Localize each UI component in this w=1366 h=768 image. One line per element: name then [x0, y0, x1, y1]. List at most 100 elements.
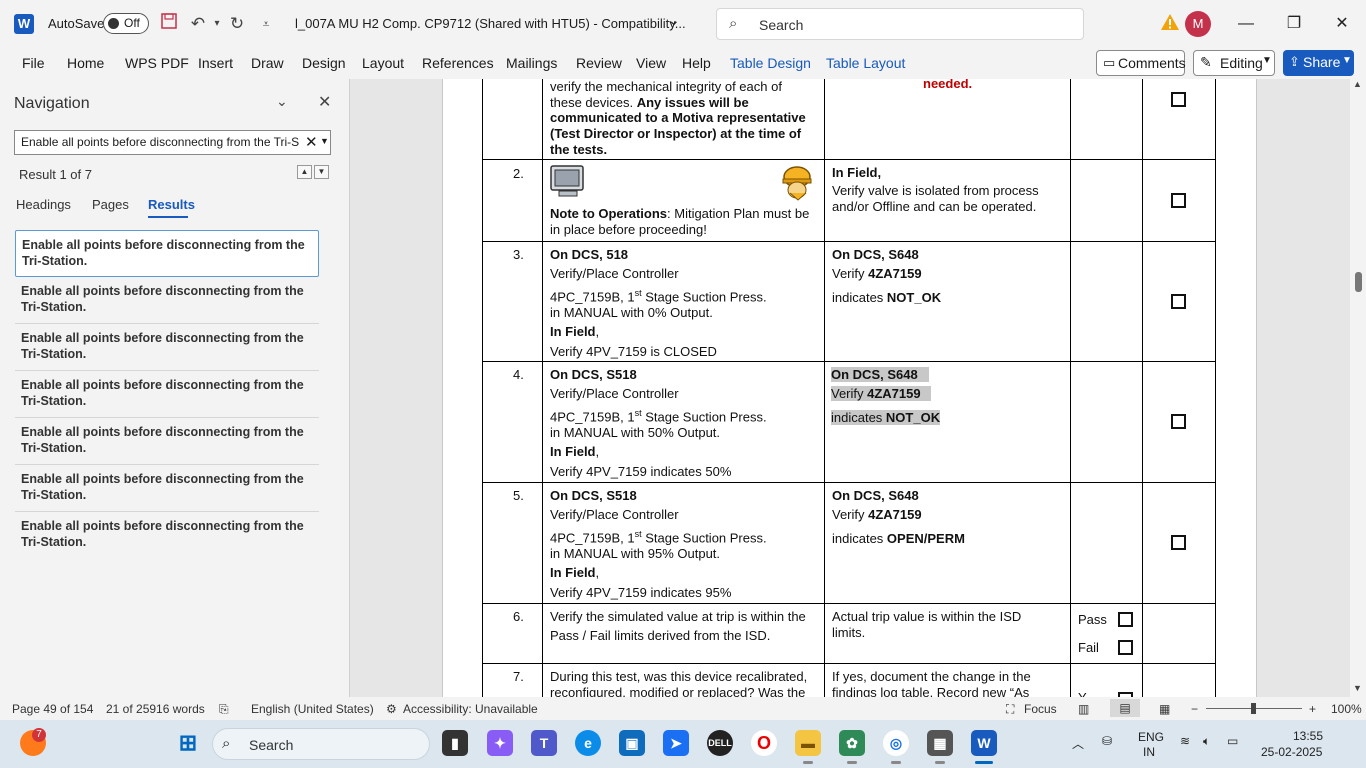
customize-toolbar-icon[interactable]: ⩡ — [254, 12, 278, 36]
nav-tab-results[interactable]: Results — [148, 197, 195, 212]
nav-tab-pages[interactable]: Pages — [92, 197, 129, 212]
task-view-icon[interactable]: ▮ — [442, 730, 468, 756]
search-result-item[interactable]: Enable all points before disconnecting f… — [15, 277, 319, 324]
tab-draw[interactable]: Draw — [251, 55, 284, 71]
tab-table-layout[interactable]: Table Layout — [826, 55, 905, 71]
zoom-level[interactable]: 100% — [1331, 702, 1362, 716]
row4-checkbox[interactable] — [1171, 414, 1186, 429]
search-result-item[interactable]: Enable all points before disconnecting f… — [15, 465, 319, 512]
navigation-search-input[interactable]: Enable all points before disconnecting f… — [14, 130, 331, 155]
search-result-item[interactable]: Enable all points before disconnecting f… — [15, 230, 319, 277]
warning-icon[interactable] — [1160, 13, 1180, 33]
app-icon[interactable]: ✿ — [839, 730, 865, 756]
windows-start-icon[interactable]: ⊞ — [175, 730, 201, 756]
tab-wps-pdf[interactable]: WPS PDF — [125, 55, 189, 71]
page-count[interactable]: Page 49 of 154 — [12, 702, 93, 716]
zoom-in-icon[interactable]: + — [1309, 702, 1316, 716]
remote-app-icon[interactable]: ▦ — [927, 730, 953, 756]
search-result-item[interactable]: Enable all points before disconnecting f… — [15, 324, 319, 371]
row3-checkbox[interactable] — [1171, 294, 1186, 309]
minimize-icon[interactable]: — — [1232, 10, 1260, 38]
editing-mode-button[interactable]: ✎ Editing ▼ — [1193, 50, 1275, 76]
tab-review[interactable]: Review — [576, 55, 622, 71]
word-taskbar-icon[interactable]: W — [971, 730, 997, 756]
document-title[interactable]: l_007A MU H2 Comp. CP9712 (Shared with H… — [295, 16, 686, 31]
pane-options-chevron-icon[interactable]: ⌄ — [276, 93, 288, 110]
close-pane-icon[interactable]: ✕ — [318, 92, 331, 112]
autosave-toggle[interactable]: Off — [103, 13, 149, 34]
tab-insert[interactable]: Insert — [198, 55, 233, 71]
clear-search-icon[interactable]: ✕ — [305, 133, 318, 151]
pass-checkbox[interactable] — [1118, 612, 1133, 627]
taskbar-search[interactable]: ⌕ Search — [212, 728, 430, 760]
clock-date[interactable]: 25-02-2025 — [1261, 745, 1322, 759]
send-app-icon[interactable]: ➤ — [663, 730, 689, 756]
file-explorer-icon[interactable]: ▬ — [795, 730, 821, 756]
language-line2[interactable]: IN — [1143, 745, 1155, 759]
row2-checkbox[interactable] — [1171, 193, 1186, 208]
active-tab-indicator — [148, 216, 188, 218]
search-result-item[interactable]: Enable all points before disconnecting f… — [15, 418, 319, 465]
print-layout-icon[interactable]: ▤ — [1110, 699, 1140, 717]
redo-icon[interactable]: ↻ — [225, 12, 249, 36]
tab-file[interactable]: File — [22, 55, 45, 71]
tab-design[interactable]: Design — [302, 55, 346, 71]
next-result-icon[interactable]: ▼ — [314, 165, 329, 179]
network-manager-icon[interactable]: ⛁ — [1102, 734, 1112, 748]
tab-help[interactable]: Help — [682, 55, 711, 71]
document-page[interactable]: verify the mechanical integrity of each … — [442, 79, 1257, 697]
zoom-out-icon[interactable]: − — [1191, 702, 1198, 716]
share-button[interactable]: ⇪ Share ▼ — [1283, 50, 1354, 76]
row4-right-text-highlighted[interactable]: Verify 4ZA7159 — [831, 384, 932, 403]
language-line1[interactable]: ENG — [1138, 730, 1164, 744]
nav-tab-headings[interactable]: Headings — [16, 197, 71, 212]
zoom-slider-knob[interactable] — [1251, 703, 1256, 714]
tab-table-design[interactable]: Table Design — [730, 55, 811, 71]
row1-checkbox[interactable] — [1171, 92, 1186, 107]
fail-checkbox[interactable] — [1118, 640, 1133, 655]
focus-button[interactable]: Focus — [1024, 702, 1057, 716]
show-hidden-icons[interactable]: ︿ — [1072, 735, 1084, 752]
row4-right-text-highlighted[interactable]: On DCS, S648 — [831, 365, 929, 384]
opera-icon[interactable]: O — [751, 730, 777, 756]
tab-home[interactable]: Home — [67, 55, 104, 71]
restore-icon[interactable]: ❐ — [1280, 10, 1308, 38]
scrollbar-thumb[interactable] — [1355, 272, 1362, 292]
accessibility-status[interactable]: Accessibility: Unavailable — [403, 702, 538, 716]
battery-icon[interactable]: ▭ — [1227, 734, 1238, 748]
comments-button[interactable]: ▭ Comments — [1096, 50, 1186, 76]
clock-time[interactable]: 13:55 — [1293, 729, 1323, 743]
search-options-icon[interactable]: ▼ — [320, 136, 329, 146]
chrome-icon[interactable]: ◎ — [883, 730, 909, 756]
tab-mailings[interactable]: Mailings — [506, 55, 557, 71]
tab-layout[interactable]: Layout — [362, 55, 404, 71]
search-result-item[interactable]: Enable all points before disconnecting f… — [15, 371, 319, 418]
word-count[interactable]: 21 of 25916 words — [106, 702, 205, 716]
scroll-up-icon[interactable]: ▲ — [1353, 79, 1362, 89]
edge-icon[interactable]: e — [575, 730, 601, 756]
copilot-icon[interactable]: ✦ — [487, 730, 513, 756]
scroll-down-icon[interactable]: ▼ — [1353, 683, 1362, 693]
language-indicator[interactable]: English (United States) — [251, 702, 374, 716]
tab-references[interactable]: References — [422, 55, 494, 71]
vertical-scrollbar[interactable]: ▲ ▼ — [1350, 79, 1366, 697]
teams-icon[interactable]: T — [531, 730, 557, 756]
tab-view[interactable]: View — [636, 55, 666, 71]
row5-checkbox[interactable] — [1171, 535, 1186, 550]
volume-icon[interactable]: 🔈︎ — [1203, 734, 1210, 749]
wifi-icon[interactable]: ≋ — [1180, 734, 1190, 748]
search-result-item[interactable]: Enable all points before disconnecting f… — [15, 512, 319, 559]
store-icon[interactable]: ▣ — [619, 730, 645, 756]
chevron-down-icon[interactable]: ⌄ — [668, 12, 680, 29]
user-avatar[interactable]: M — [1185, 11, 1211, 37]
title-search-box[interactable]: ⌕ Search — [716, 8, 1084, 40]
previous-result-icon[interactable]: ▲ — [297, 165, 312, 179]
read-mode-icon[interactable]: ▥ — [1078, 702, 1089, 716]
document-canvas[interactable]: verify the mechanical integrity of each … — [350, 79, 1350, 697]
close-window-icon[interactable]: ✕ — [1328, 10, 1356, 38]
proofing-icon[interactable]: ⎘ — [219, 702, 229, 717]
save-icon[interactable] — [157, 12, 181, 36]
web-layout-icon[interactable]: ▦ — [1159, 702, 1170, 716]
dell-icon[interactable]: DELL — [707, 730, 733, 756]
row4-right-text-highlighted[interactable]: indicates NOT_OK — [831, 408, 941, 427]
